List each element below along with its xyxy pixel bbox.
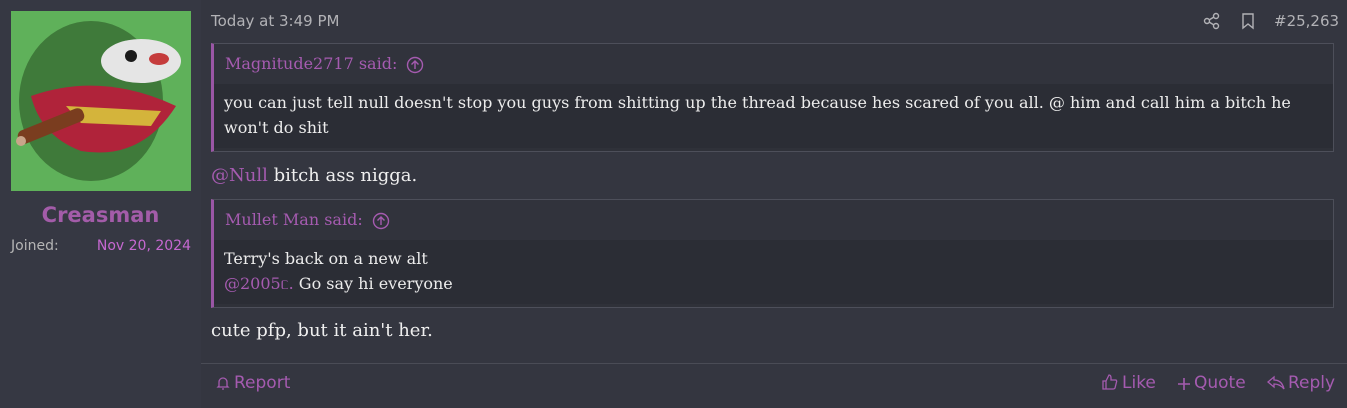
arrow-up-circle-icon[interactable]: [406, 56, 424, 74]
forum-post: Creasman Joined: Nov 20, 2024 Today at 3…: [0, 0, 1347, 408]
frog-avatar-icon[interactable]: [11, 11, 191, 191]
user-info-column: Creasman Joined: Nov 20, 2024: [0, 0, 201, 408]
reply-arrow-icon: [1267, 375, 1285, 390]
message-text: bitch ass nigga.: [267, 165, 418, 186]
quote-line-rest: Go say hi everyone: [293, 274, 453, 293]
quote-text: Terry's back on a new alt @2005ᥴ. Go say…: [214, 240, 1333, 304]
quote-header[interactable]: Mullet Man said:: [214, 200, 1333, 240]
quote-author[interactable]: Magnitude2717 said:: [225, 54, 397, 73]
thumbs-up-icon: [1102, 374, 1118, 390]
post-timestamp[interactable]: Today at 3:49 PM: [211, 12, 339, 30]
like-button[interactable]: Like: [1101, 373, 1156, 393]
quote-block: Mullet Man said: Terry's back on a new a…: [211, 199, 1334, 308]
bookmark-icon[interactable]: [1239, 12, 1257, 30]
quote-line: @2005ᥴ. Go say hi everyone: [224, 271, 1323, 296]
reply-button[interactable]: Reply: [1267, 373, 1335, 393]
quote-text: you can just tell null doesn't stop you …: [214, 84, 1333, 148]
username[interactable]: Creasman: [0, 203, 201, 227]
message-line: @Null bitch ass nigga.: [211, 165, 417, 186]
quote-author[interactable]: Mullet Man said:: [225, 210, 363, 229]
quote-label: Quote: [1194, 373, 1246, 393]
post-footer: Report Like Quote Reply: [201, 363, 1347, 408]
arrow-up-circle-icon[interactable]: [372, 212, 390, 230]
joined-label: Joined:: [11, 238, 59, 254]
post-body: Today at 3:49 PM #25,263 Magnitude2717 s…: [201, 0, 1347, 408]
report-button[interactable]: Report: [215, 373, 290, 393]
like-label: Like: [1122, 373, 1156, 393]
plus-icon: [1178, 378, 1190, 390]
mention-link[interactable]: @2005ᥴ.: [224, 274, 294, 293]
quote-line: Terry's back on a new alt: [224, 249, 428, 268]
post-number[interactable]: #25,263: [1274, 12, 1339, 30]
bell-icon: [216, 377, 230, 390]
joined-date: Nov 20, 2024: [96, 238, 191, 254]
quote-button[interactable]: Quote: [1177, 373, 1246, 393]
reply-label: Reply: [1288, 373, 1336, 393]
mention-link[interactable]: @Null: [211, 165, 268, 186]
quote-header[interactable]: Magnitude2717 said:: [214, 44, 1333, 84]
message-line: cute pfp, but it ain't her.: [211, 320, 433, 341]
share-icon[interactable]: [1203, 12, 1221, 30]
report-label: Report: [234, 373, 291, 393]
quote-block: Magnitude2717 said: you can just tell nu…: [211, 43, 1334, 152]
